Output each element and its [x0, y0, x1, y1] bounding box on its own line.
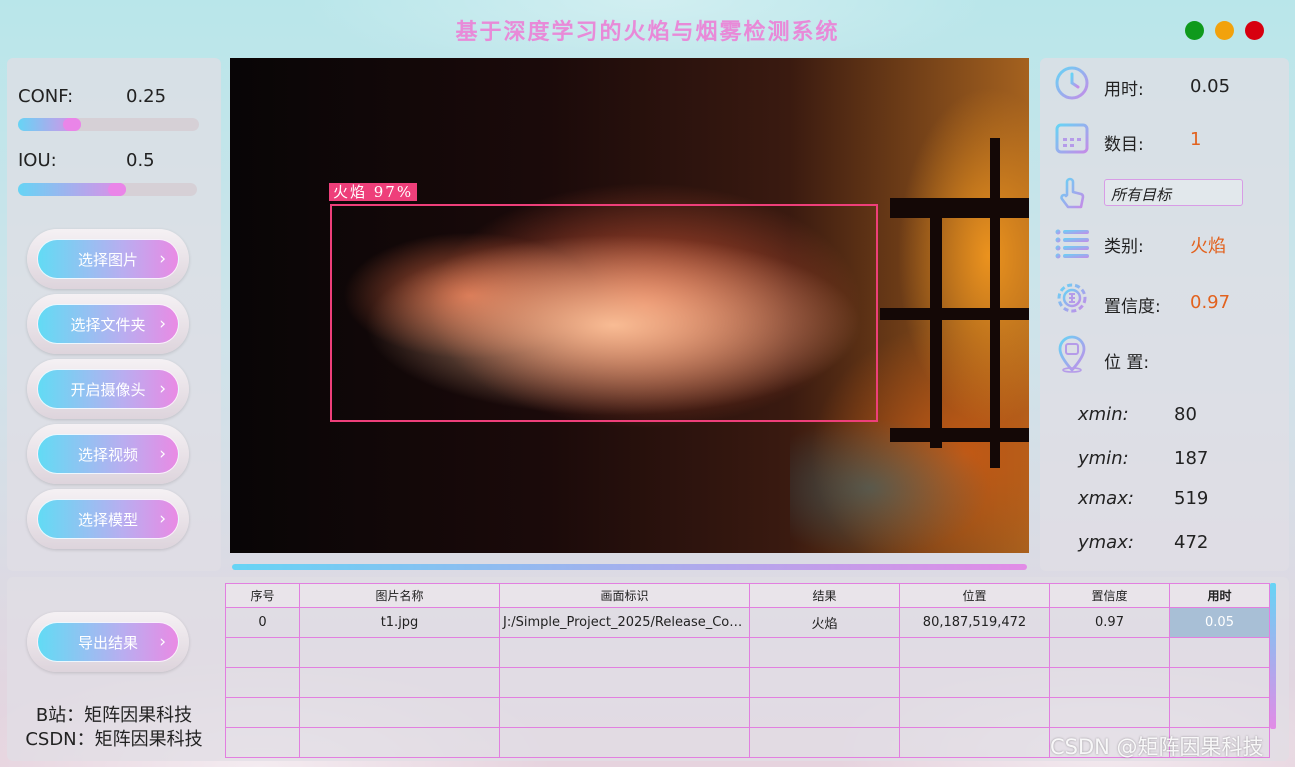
chevron-right-icon: › — [159, 632, 166, 652]
chevron-right-icon: › — [159, 509, 166, 529]
xmax-label: xmax: — [1078, 488, 1134, 509]
app-title: 基于深度学习的火焰与烟雾检测系统 — [455, 19, 840, 45]
detection-label: 火焰 97% — [329, 183, 418, 201]
time-label: 用时: — [1104, 80, 1144, 100]
scaffold-beam — [880, 308, 1029, 320]
conf-value: 0.25 — [126, 86, 167, 107]
select-video-button[interactable]: 选择视频 › — [27, 424, 189, 484]
confidence-value: 0.97 — [1190, 292, 1231, 313]
position-label: 位 置: — [1104, 353, 1150, 373]
close-button[interactable] — [1245, 21, 1264, 40]
select-folder-label: 选择文件夹 — [70, 315, 146, 334]
table-cell[interactable]: J:/Simple_Project_2025/Release_Code... — [499, 607, 750, 638]
export-results-label: 导出结果 — [77, 633, 138, 652]
class-value: 火焰 — [1190, 236, 1226, 257]
clock-icon — [1053, 64, 1091, 102]
scaffold-beam — [890, 428, 1029, 442]
select-image-button[interactable]: 选择图片 › — [27, 229, 189, 289]
class-label: 类别: — [1104, 237, 1144, 257]
scaffold-beam — [890, 198, 1029, 218]
count-value: 1 — [1190, 129, 1202, 150]
xmin-label: xmin: — [1078, 404, 1129, 425]
select-folder-button-face[interactable]: 选择文件夹 › — [37, 304, 179, 344]
select-model-button[interactable]: 选择模型 › — [27, 489, 189, 549]
detection-display: 火焰 97% — [230, 58, 1029, 553]
select-image-label: 选择图片 — [77, 250, 138, 269]
list-icon — [1053, 224, 1091, 262]
column-header[interactable]: 画面标识 — [499, 583, 750, 608]
select-folder-button[interactable]: 选择文件夹 › — [27, 294, 189, 354]
export-results-button-face[interactable]: 导出结果 › — [37, 622, 179, 662]
target-select[interactable]: 所有目标 — [1104, 179, 1243, 206]
select-model-button-face[interactable]: 选择模型 › — [37, 499, 179, 539]
table-row-empty[interactable] — [225, 667, 1270, 698]
table-row-empty[interactable] — [225, 637, 1270, 668]
ymax-value: 472 — [1174, 532, 1209, 553]
calendar-icon — [1053, 118, 1091, 156]
conf-slider[interactable] — [18, 118, 199, 131]
progress-bar — [232, 564, 1027, 570]
table-cell-selected[interactable]: 0.05 — [1169, 607, 1270, 638]
column-header[interactable]: 置信度 — [1049, 583, 1170, 608]
chevron-right-icon: › — [159, 314, 166, 334]
hand-pointer-icon — [1053, 175, 1091, 213]
table-row-empty[interactable] — [225, 697, 1270, 728]
column-header[interactable]: 序号 — [225, 583, 300, 608]
table-scrollbar[interactable] — [1270, 583, 1276, 729]
iou-value: 0.5 — [126, 150, 155, 171]
select-model-label: 选择模型 — [77, 510, 138, 529]
confidence-label: 置信度: — [1104, 297, 1161, 317]
iou-slider[interactable] — [18, 183, 197, 196]
column-header[interactable]: 位置 — [899, 583, 1050, 608]
scaffold-post — [990, 138, 1000, 468]
scaffold-post — [930, 218, 942, 448]
column-header[interactable]: 结果 — [749, 583, 900, 608]
time-value: 0.05 — [1190, 76, 1231, 97]
open-camera-button-face[interactable]: 开启摄像头 › — [37, 369, 179, 409]
conf-slider-handle[interactable] — [63, 118, 81, 131]
ymin-label: ymin: — [1078, 448, 1129, 469]
detection-bounding-box — [330, 204, 878, 422]
watermark: CSDN @矩阵因果科技 — [1050, 735, 1264, 759]
table-header-row: 序号 图片名称 画面标识 结果 位置 置信度 用时 — [225, 583, 1270, 608]
iou-label: IOU: — [18, 150, 57, 171]
minimize-button[interactable] — [1185, 21, 1204, 40]
count-label: 数目: — [1104, 135, 1144, 155]
chevron-right-icon: › — [159, 379, 166, 399]
iou-slider-handle[interactable] — [108, 183, 126, 196]
gear-icon — [1053, 279, 1091, 317]
chevron-right-icon: › — [159, 249, 166, 269]
xmin-value: 80 — [1174, 404, 1197, 425]
column-header[interactable]: 用时 — [1169, 583, 1270, 608]
location-pin-icon — [1053, 335, 1091, 373]
bilibili-credit: B站：矩阵因果科技 — [35, 705, 193, 726]
csdn-credit: CSDN：矩阵因果科技 — [25, 729, 203, 750]
column-header[interactable]: 图片名称 — [299, 583, 500, 608]
open-camera-label: 开启摄像头 — [70, 380, 146, 399]
table-cell[interactable]: t1.jpg — [299, 607, 500, 638]
xmax-value: 519 — [1174, 488, 1209, 509]
ymax-label: ymax: — [1078, 532, 1134, 553]
chevron-right-icon: › — [159, 444, 166, 464]
conf-label: CONF: — [18, 86, 74, 107]
maximize-button[interactable] — [1215, 21, 1234, 40]
export-results-button[interactable]: 导出结果 › — [27, 612, 189, 672]
select-video-label: 选择视频 — [77, 445, 138, 464]
table-cell[interactable]: 火焰 — [749, 607, 900, 638]
table-cell[interactable]: 0.97 — [1049, 607, 1170, 638]
ymin-value: 187 — [1174, 448, 1209, 469]
select-image-button-face[interactable]: 选择图片 › — [37, 239, 179, 279]
table-cell[interactable]: 80,187,519,472 — [899, 607, 1050, 638]
table-cell[interactable]: 0 — [225, 607, 300, 638]
open-camera-button[interactable]: 开启摄像头 › — [27, 359, 189, 419]
table-row[interactable]: 0 t1.jpg J:/Simple_Project_2025/Release_… — [225, 607, 1270, 638]
select-video-button-face[interactable]: 选择视频 › — [37, 434, 179, 474]
